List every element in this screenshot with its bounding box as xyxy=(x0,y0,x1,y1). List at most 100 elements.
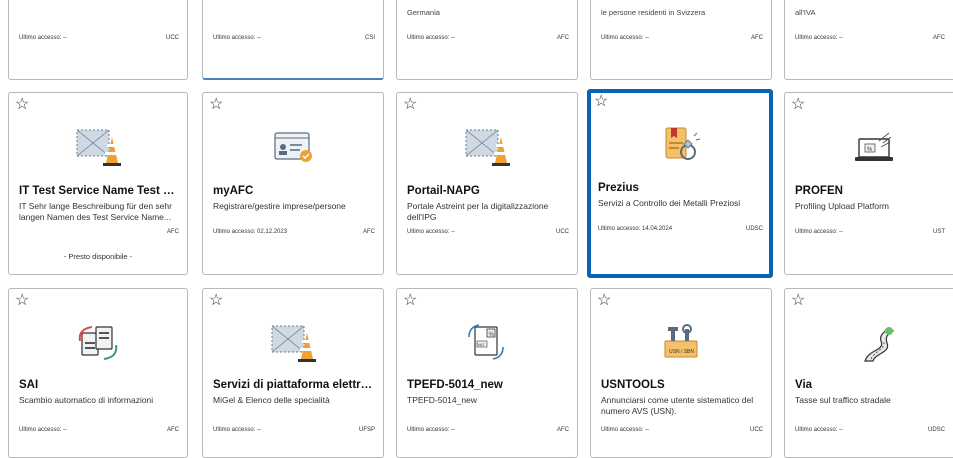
service-org: UST xyxy=(933,229,945,235)
service-description: MiGel & Elenco delle specialità xyxy=(213,395,330,405)
service-description: TPEFD-5014_new xyxy=(407,395,477,405)
service-description: Scambio automatico di informazioni xyxy=(19,395,154,405)
service-meta: Ultimo accesso: -- UST xyxy=(795,229,945,235)
placeholder-icon xyxy=(76,129,121,166)
service-card-portail-napg[interactable]: ☆ Portail-NAPG Portale Astreint per la d… xyxy=(396,92,578,275)
service-title: SAI xyxy=(19,379,39,391)
service-org: AFC xyxy=(363,229,375,235)
last-access: Ultimo accesso: -- xyxy=(19,35,68,41)
service-meta: Ultimo accesso: -- AFC xyxy=(407,35,569,41)
toolbox-icon: USN / SBN xyxy=(664,324,698,358)
service-org: UDSC xyxy=(745,226,763,232)
last-access: Ultimo accesso: 02.12.2023 xyxy=(213,229,288,235)
service-org: AFC xyxy=(167,427,179,433)
service-org: AFC xyxy=(167,229,179,235)
service-title: PROFEN xyxy=(795,185,843,197)
service-title: Via xyxy=(795,379,813,391)
vat-document-icon: % VAT xyxy=(468,324,504,360)
service-title: myAFC xyxy=(213,185,254,197)
service-card[interactable]: le persone residenti in Svizzera Ultimo … xyxy=(590,0,772,80)
service-description: le persone residenti in Svizzera xyxy=(601,8,706,17)
service-org: UCC xyxy=(750,427,763,433)
service-title: USNTOOLS xyxy=(601,379,665,391)
road-icon xyxy=(864,327,895,362)
favorite-star-icon[interactable]: ☆ xyxy=(15,293,29,309)
service-card-usntools[interactable]: ☆ USN / SBN USNTOOLS Annunciarsi come ut… xyxy=(590,288,772,458)
favorite-star-icon[interactable]: ☆ xyxy=(15,97,29,113)
service-meta: Ultimo accesso: -- UDSC xyxy=(795,427,945,433)
service-meta: Ultimo accesso: -- AFC xyxy=(601,35,763,41)
last-access: Ultimo accesso: -- xyxy=(407,35,456,41)
placeholder-icon xyxy=(271,325,316,362)
favorite-star-icon[interactable]: ☆ xyxy=(597,293,611,309)
last-access: Ultimo accesso: -- xyxy=(795,427,844,433)
service-description: Tasse sul traffico stradale xyxy=(795,395,891,405)
service-card[interactable]: Germania Ultimo accesso: -- AFC xyxy=(396,0,578,80)
service-org: UCC xyxy=(166,35,179,41)
service-meta: Ultimo accesso: -- AFC xyxy=(795,35,945,41)
service-meta: Ultimo accesso: -- AFC xyxy=(407,427,569,433)
service-description: IT Sehr lange Beschreibung für den sehr … xyxy=(19,201,172,222)
service-meta: Ultimo accesso: 14.04.2024 UDSC xyxy=(598,226,763,268)
last-access: Ultimo accesso: 14.04.2024 xyxy=(598,226,673,232)
last-access: Ultimo accesso: -- xyxy=(213,35,262,41)
favorite-star-icon[interactable]: ☆ xyxy=(791,293,805,309)
service-card-prezius[interactable]: ☆ Prezius Servizi a Controllo dei Metall… xyxy=(587,89,773,278)
service-meta: Ultimo accesso: -- UCC xyxy=(601,427,763,433)
service-description: Annunciarsi come utente sistematico del … xyxy=(601,395,754,416)
last-access: Ultimo accesso: -- xyxy=(795,35,844,41)
document-exchange-icon xyxy=(78,326,118,360)
service-title: IT Test Service Name Test S... xyxy=(19,185,179,197)
service-meta: Ultimo accesso: -- UCC xyxy=(407,229,569,235)
service-description: all'IVA xyxy=(795,8,816,17)
favorite-star-icon[interactable]: ☆ xyxy=(594,94,608,110)
favorite-star-icon[interactable]: ☆ xyxy=(209,293,223,309)
last-access: Ultimo accesso: -- xyxy=(407,427,456,433)
service-title: Servizi di piattaforma elettro... xyxy=(213,379,375,391)
service-org: AFC xyxy=(557,35,569,41)
service-org: CSI xyxy=(364,35,375,41)
favorite-star-icon[interactable]: ☆ xyxy=(403,97,417,113)
coming-soon-label: - Presto disponibile - xyxy=(63,252,133,261)
service-card-tpefd[interactable]: ☆ % VAT TPEFD-5014_new TPEFD-5014_new Ul… xyxy=(396,288,578,458)
service-card[interactable]: Ultimo accesso: -- CSI xyxy=(202,0,384,80)
service-card-via[interactable]: ☆ Via Tasse sul traffico stradale Ultimo… xyxy=(784,288,953,458)
service-meta: Ultimo accesso: -- CSI xyxy=(213,35,375,41)
service-card[interactable]: all'IVA Ultimo accesso: -- AFC xyxy=(784,0,953,80)
service-card-myafc[interactable]: ☆ myAFC Registrare/gestire imprese/perso… xyxy=(202,92,384,275)
last-access: Ultimo accesso: -- xyxy=(601,427,650,433)
last-access: Ultimo accesso: -- xyxy=(601,35,650,41)
service-title: Prezius xyxy=(598,182,639,194)
last-access: Ultimo accesso: -- xyxy=(213,427,262,433)
last-access: Ultimo accesso: -- xyxy=(19,427,68,433)
service-card-profen[interactable]: ☆ % PROFEN Profiling Upload Platform Ult… xyxy=(784,92,953,275)
last-access: Ultimo accesso: -- xyxy=(795,229,844,235)
service-meta: Ultimo accesso: -- UFSP xyxy=(213,427,375,433)
favorite-star-icon[interactable]: ☆ xyxy=(403,293,417,309)
service-meta: Ultimo accesso: -- UCC xyxy=(19,35,179,41)
svg-text:VAT: VAT xyxy=(478,342,486,347)
favorite-star-icon[interactable]: ☆ xyxy=(791,97,805,113)
service-description: Portale Astreint per la digitalizzazione… xyxy=(407,201,549,222)
service-card[interactable]: Ultimo accesso: -- UCC xyxy=(8,0,188,80)
laptop-upload-icon: % xyxy=(855,132,893,161)
service-org: UCC xyxy=(556,229,569,235)
placeholder-icon xyxy=(465,129,510,166)
service-card-sai[interactable]: ☆ SAI Scambio automatico di informazioni… xyxy=(8,288,188,458)
svg-text:%: % xyxy=(489,332,495,338)
toolbox-badge: USN / SBN xyxy=(669,349,694,355)
service-title: TPEFD-5014_new xyxy=(407,379,503,391)
service-card-it-test[interactable]: ☆ IT Test Service Name Test S... IT Sehr… xyxy=(8,92,188,275)
service-description: Profiling Upload Platform xyxy=(795,201,890,211)
service-meta: Ultimo accesso: -- AFC xyxy=(19,427,179,433)
service-org: AFC xyxy=(751,35,763,41)
service-title: Portail-NAPG xyxy=(407,185,480,197)
favorite-star-icon[interactable]: ☆ xyxy=(209,97,223,113)
service-org: AFC xyxy=(933,35,945,41)
precious-metal-icon xyxy=(665,127,701,160)
service-org: UFSP xyxy=(358,427,375,433)
service-description: Germania xyxy=(407,8,440,17)
service-org: UDSC xyxy=(927,427,945,433)
service-meta: AFC xyxy=(19,229,179,235)
service-card-servizi-piattaforma[interactable]: ☆ Servizi di piattaforma elettro... MiGe… xyxy=(202,288,384,458)
